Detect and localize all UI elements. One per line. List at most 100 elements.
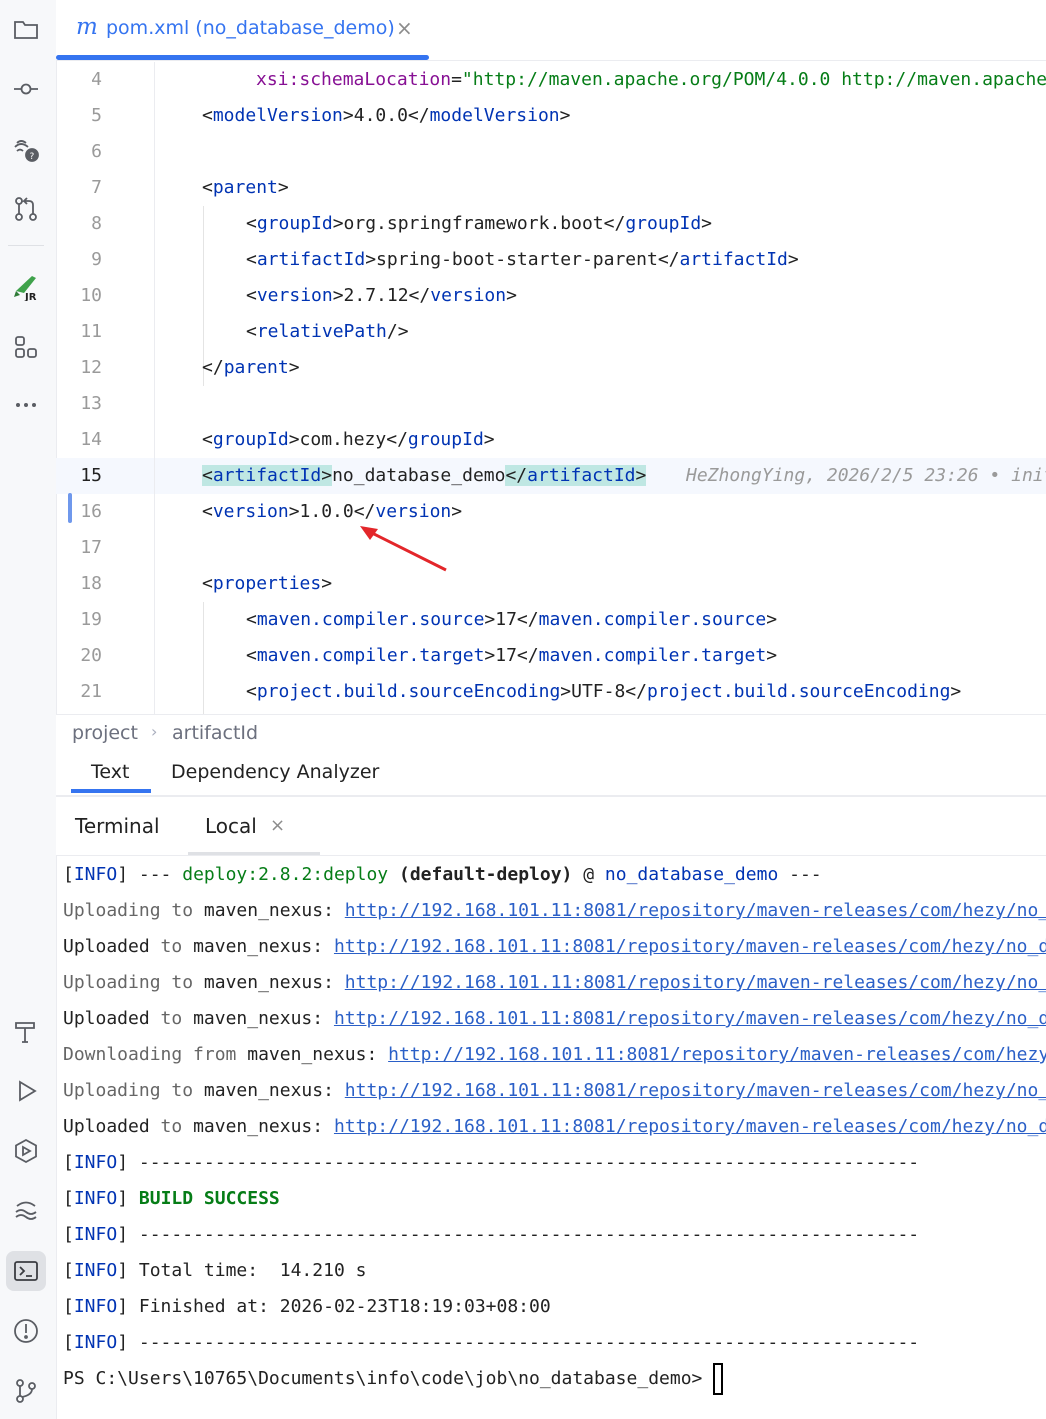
more-icon[interactable] (6, 385, 46, 425)
code-line[interactable]: 9 <artifactId>spring-boot-starter-parent<… (56, 242, 1046, 278)
tab-pom-xml[interactable]: m pom.xml (no_database_demo) × (56, 0, 429, 60)
repository-link[interactable]: http://192.168.101.11:8081/repository/ma… (334, 936, 1046, 957)
tab-text[interactable]: Text (91, 761, 129, 783)
terminal-line: PS C:\Users\10765\Documents\info\code\jo… (63, 1361, 1046, 1397)
terminal-line: [INFO] Total time: 14.210 s (63, 1260, 367, 1281)
code-line[interactable]: 17 (56, 530, 1046, 566)
commit-icon[interactable] (6, 69, 46, 109)
line-number[interactable]: 18 (56, 566, 102, 602)
repository-link[interactable]: http://192.168.101.11:8081/repository/ma… (345, 1080, 1046, 1101)
terminal-title: Terminal (75, 814, 160, 838)
terminal-line: [INFO] --- deploy:2.8.2:deploy (default-… (63, 864, 822, 885)
repository-link[interactable]: http://192.168.101.11:8081/repository/ma… (334, 1008, 1046, 1029)
debug-icon[interactable] (6, 1191, 46, 1231)
code-text: <groupId>com.hezy</groupId> (202, 429, 495, 450)
code-text: xsi:schemaLocation="http://maven.apache.… (256, 69, 1046, 90)
editor-tab-bar: m pom.xml (no_database_demo) × (56, 0, 1046, 61)
terminal-icon[interactable] (6, 1251, 46, 1291)
red-arrow-annotation (360, 526, 447, 572)
line-number[interactable]: 14 (56, 422, 102, 458)
tab-dependency-analyzer[interactable]: Dependency Analyzer (171, 761, 379, 783)
git-icon[interactable] (6, 1371, 46, 1411)
code-line[interactable]: 13 (56, 386, 1046, 422)
code-line[interactable]: 10 <version>2.7.12</version> (56, 278, 1046, 314)
chevron-right-icon: › (151, 722, 158, 741)
repository-link[interactable]: http://192.168.101.11:8081/repository/ma… (345, 972, 1046, 993)
line-number[interactable]: 12 (56, 350, 102, 386)
services-icon[interactable] (6, 1131, 46, 1171)
terminal-line: Uploading to maven_nexus: http://192.168… (63, 1073, 1046, 1109)
line-number[interactable]: 20 (56, 638, 102, 674)
tool-window-sidebar: ? JR (0, 0, 57, 1419)
jrebel-icon[interactable]: JR (6, 267, 46, 307)
code-line[interactable]: 7 <parent> (56, 170, 1046, 206)
repository-link[interactable]: http://192.168.101.11:8081/repository/ma… (345, 900, 1046, 921)
plugins-icon[interactable] (6, 327, 46, 367)
line-number[interactable]: 10 (56, 278, 102, 314)
tab-local[interactable]: Local (205, 814, 257, 838)
folder-icon[interactable] (6, 9, 46, 49)
repository-link[interactable]: http://192.168.101.11:8081/repository/ma… (388, 1044, 1046, 1065)
line-number[interactable]: 15 (56, 458, 102, 494)
line-number[interactable]: 6 (56, 134, 102, 170)
code-text: <maven.compiler.source>17</maven.compile… (246, 609, 778, 630)
terminal-line: [INFO] BUILD SUCCESS (63, 1188, 280, 1209)
line-number[interactable]: 11 (56, 314, 102, 350)
terminal-header: Terminal Local × (56, 797, 1046, 856)
code-text: </parent> (202, 357, 300, 378)
code-line[interactable]: 20 <maven.compiler.target>17</maven.compi… (56, 638, 1046, 674)
maven-file-icon: m (76, 14, 98, 40)
code-text: <artifactId>no_database_demo</artifactId… (202, 465, 647, 486)
run-icon[interactable] (6, 1071, 46, 1111)
code-text: <relativePath/> (246, 321, 409, 342)
code-line[interactable]: 18 <properties> (56, 566, 1046, 602)
code-line[interactable]: 5 <modelVersion>4.0.0</modelVersion> (56, 98, 1046, 134)
terminal-line: Downloading from maven_nexus: http://192… (63, 1037, 1046, 1073)
code-editor[interactable]: 4 xsi:schemaLocation="http://maven.apache… (56, 62, 1046, 714)
repository-link[interactable]: http://192.168.101.11:8081/repository/ma… (334, 1116, 1046, 1137)
terminal-line: [INFO] ---------------------------------… (63, 1152, 920, 1173)
line-number[interactable]: 4 (56, 62, 102, 98)
code-line[interactable]: 6 (56, 134, 1046, 170)
code-text: <version>2.7.12</version> (246, 285, 517, 306)
breadcrumb-artifactid[interactable]: artifactId (172, 722, 258, 744)
code-line[interactable]: 19 <maven.compiler.source>17</maven.compi… (56, 602, 1046, 638)
close-icon[interactable]: × (396, 16, 413, 40)
code-line[interactable]: 8 <groupId>org.springframework.boot</grou… (56, 206, 1046, 242)
terminal-line: [INFO] ---------------------------------… (63, 1332, 920, 1353)
line-number[interactable]: 5 (56, 98, 102, 134)
tab-title: pom.xml (no_database_demo) (106, 17, 395, 39)
code-with-me-icon[interactable]: ? (6, 129, 46, 169)
code-text: <parent> (202, 177, 289, 198)
close-icon[interactable]: × (270, 815, 285, 836)
pull-requests-icon[interactable] (6, 189, 46, 229)
line-number[interactable]: 8 (56, 206, 102, 242)
active-tab-indicator (56, 55, 429, 60)
line-number[interactable]: 16 (56, 494, 102, 530)
editor-view-tabs: Text Dependency Analyzer (56, 751, 1046, 797)
problems-icon[interactable] (6, 1311, 46, 1351)
line-number[interactable]: 7 (56, 170, 102, 206)
line-number[interactable]: 13 (56, 386, 102, 422)
svg-text:JR: JR (24, 292, 37, 301)
code-text: <project.build.sourceEncoding>UTF-8</pro… (246, 681, 962, 702)
code-text: <properties> (202, 573, 333, 594)
line-number[interactable]: 21 (56, 674, 102, 710)
line-number[interactable]: 19 (56, 602, 102, 638)
build-icon[interactable] (6, 1011, 46, 1051)
active-tab-indicator (188, 852, 320, 855)
code-line[interactable]: 4 xsi:schemaLocation="http://maven.apache… (56, 62, 1046, 98)
code-line[interactable]: 14 <groupId>com.hezy</groupId> (56, 422, 1046, 458)
terminal-output[interactable]: [INFO] --- deploy:2.8.2:deploy (default-… (56, 856, 1046, 1419)
git-blame-annotation[interactable]: HeZhongYing, 2026/2/5 23:26 • init (686, 458, 1046, 494)
line-number[interactable]: 17 (56, 530, 102, 566)
code-line[interactable]: 15 <artifactId>no_database_demo</artifact… (56, 458, 1046, 494)
code-line[interactable]: 16 <version>1.0.0</version> (56, 494, 1046, 530)
code-line[interactable]: 21 <project.build.sourceEncoding>UTF-8</p… (56, 674, 1046, 710)
line-number[interactable]: 9 (56, 242, 102, 278)
code-line[interactable]: 11 <relativePath/> (56, 314, 1046, 350)
breadcrumb-project[interactable]: project (72, 722, 138, 744)
terminal-line: Uploaded to maven_nexus: http://192.168.… (63, 1109, 1046, 1145)
code-line[interactable]: 12 </parent> (56, 350, 1046, 386)
code-text: <artifactId>spring-boot-starter-parent</… (246, 249, 799, 270)
